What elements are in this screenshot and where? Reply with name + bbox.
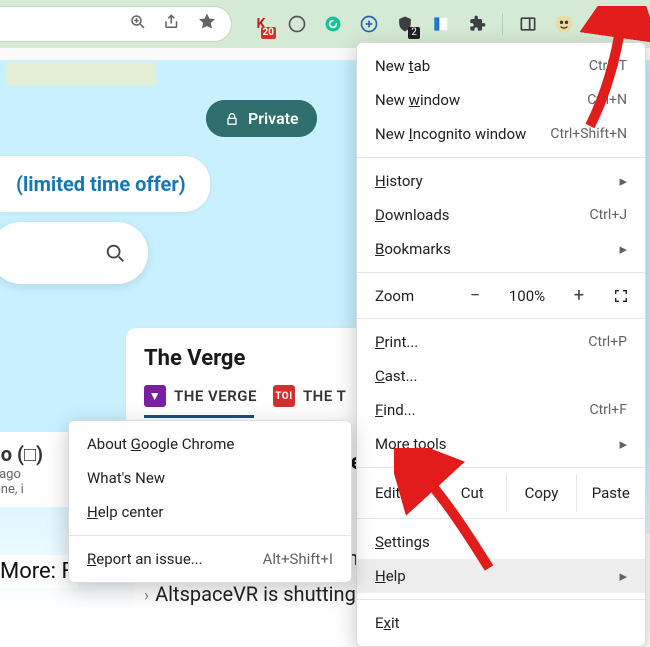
zoom-in-button[interactable]: + — [564, 285, 594, 306]
blurred-region — [6, 62, 156, 86]
lock-icon — [224, 111, 240, 127]
help-whatsnew[interactable]: What's New — [69, 461, 351, 495]
menu-find[interactable]: Find...Ctrl+F — [357, 393, 645, 427]
menu-print[interactable]: Print...Ctrl+P — [357, 325, 645, 359]
ext-plus-icon[interactable] — [358, 13, 380, 35]
menu-new-window[interactable]: New windowCtrl+N — [357, 83, 645, 117]
ext-k-icon[interactable]: K 20 — [250, 13, 272, 35]
menu-help[interactable]: Help▸ — [357, 559, 645, 593]
menu-edit-row: Edit Cut Copy Paste — [357, 474, 645, 512]
menu-exit[interactable]: Exit — [357, 606, 645, 640]
chip-toi[interactable]: TOI THE T — [273, 385, 346, 407]
offer-chip[interactable]: (limited time offer) — [0, 156, 210, 212]
search-pill[interactable] — [0, 222, 148, 284]
menu-bookmarks[interactable]: Bookmarks▸ — [357, 232, 645, 266]
ext-circle-icon[interactable] — [286, 13, 308, 35]
help-report[interactable]: Report an issue...Alt+Shift+I — [69, 542, 351, 576]
ext-shield-badge: 2 — [408, 27, 420, 39]
ext-k-badge: 20 — [261, 27, 276, 39]
zoom-lens-icon[interactable] — [129, 13, 147, 35]
menu-more-tools[interactable]: More tools▸ — [357, 427, 645, 461]
active-chip-indicator — [144, 415, 254, 418]
ext-grammarly-icon[interactable] — [322, 13, 344, 35]
browser-toolbar: K 20 2 ⋮ — [0, 0, 650, 48]
edit-paste[interactable]: Paste — [576, 474, 645, 512]
bookmark-star-icon[interactable] — [197, 12, 217, 36]
extensions-puzzle-icon[interactable] — [466, 13, 488, 35]
chrome-main-menu: New tabCtrl+T New windowCtrl+N New Incog… — [356, 42, 646, 647]
fullscreen-button[interactable] — [607, 288, 635, 304]
divider — [502, 13, 503, 35]
verge-logo-icon: ▼ — [144, 385, 166, 407]
edit-copy[interactable]: Copy — [506, 474, 575, 512]
menu-settings[interactable]: Settings — [357, 525, 645, 559]
profile-avatar-icon[interactable] — [553, 13, 575, 35]
help-about[interactable]: About Google Chrome — [69, 427, 351, 461]
search-icon — [104, 242, 126, 264]
ext-square-icon[interactable] — [430, 13, 452, 35]
edit-cut[interactable]: Cut — [437, 474, 506, 512]
ext-shield-icon[interactable]: 2 — [394, 13, 416, 35]
menu-new-tab[interactable]: New tabCtrl+T — [357, 49, 645, 83]
side-panel-icon[interactable] — [517, 13, 539, 35]
menu-history[interactable]: History▸ — [357, 164, 645, 198]
more-heading: More: F — [0, 555, 78, 588]
menu-downloads[interactable]: DownloadsCtrl+J — [357, 198, 645, 232]
menu-new-incognito[interactable]: New Incognito windowCtrl+Shift+N — [357, 117, 645, 151]
share-icon[interactable] — [163, 13, 181, 35]
help-helpcenter[interactable]: Help center — [69, 495, 351, 529]
zoom-value: 100% — [500, 287, 554, 305]
menu-cast[interactable]: Cast... — [357, 359, 645, 393]
extension-tray: K 20 2 ⋮ — [232, 9, 650, 39]
menu-zoom-row: Zoom − 100% + — [357, 279, 645, 312]
omnibox[interactable] — [0, 6, 232, 42]
private-label: Private — [248, 109, 299, 128]
private-chip[interactable]: Private — [206, 100, 317, 137]
toi-logo-icon: TOI — [273, 385, 295, 407]
help-submenu: About Google Chrome What's New Help cent… — [68, 420, 352, 583]
chip-verge[interactable]: ▼ THE VERGE — [144, 385, 257, 407]
chrome-menu-button[interactable]: ⋮ — [589, 9, 619, 39]
zoom-out-button[interactable]: − — [460, 285, 490, 306]
